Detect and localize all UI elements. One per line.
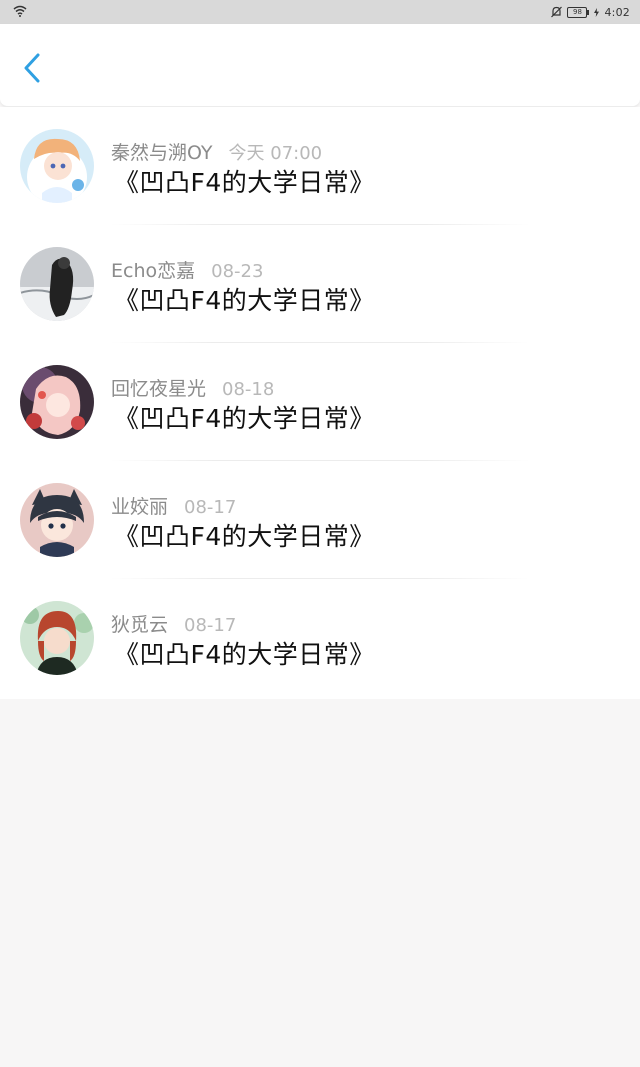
story-title[interactable]: 《凹凸F4的大学日常》: [114, 517, 375, 553]
status-time: 4:02: [604, 5, 630, 19]
username[interactable]: 狄觅云: [111, 614, 168, 636]
comment-meta: 狄觅云 08-17: [111, 610, 236, 637]
status-indicators: 98 4:02: [551, 4, 630, 20]
comment-date: 08-18: [222, 379, 275, 400]
list-item[interactable]: 业姣丽 08-17 《凹凸F4的大学日常》: [0, 461, 640, 579]
list-item[interactable]: 狄觅云 08-17 《凹凸F4的大学日常》: [0, 579, 640, 697]
avatar[interactable]: [20, 365, 94, 439]
story-title[interactable]: 《凹凸F4的大学日常》: [114, 281, 375, 317]
comment-meta: 秦然与溯OY 今天 07:00: [111, 138, 322, 165]
story-title[interactable]: 《凹凸F4的大学日常》: [114, 635, 375, 671]
header: [0, 24, 640, 107]
story-title[interactable]: 《凹凸F4的大学日常》: [114, 163, 375, 199]
chevron-left-icon[interactable]: [22, 53, 42, 83]
username[interactable]: 业姣丽: [111, 496, 168, 518]
comment-date: 今天 07:00: [228, 143, 323, 164]
username[interactable]: 回忆夜星光: [111, 378, 206, 400]
list-item[interactable]: 回忆夜星光 08-18 《凹凸F4的大学日常》: [0, 343, 640, 461]
comment-date: 08-17: [184, 497, 237, 518]
avatar[interactable]: [20, 129, 94, 203]
avatar[interactable]: [20, 601, 94, 675]
avatar[interactable]: [20, 483, 94, 557]
comment-list: 秦然与溯OY 今天 07:00 《凹凸F4的大学日常》 Echo恋嘉 08-23 《…: [0, 107, 640, 699]
comment-date: 08-17: [184, 615, 237, 636]
list-item[interactable]: Echo恋嘉 08-23 《凹凸F4的大学日常》: [0, 225, 640, 343]
comment-meta: 业姣丽 08-17: [111, 492, 236, 519]
comment-meta: 回忆夜星光 08-18: [111, 374, 274, 401]
comment-date: 08-23: [211, 261, 264, 282]
avatar[interactable]: [20, 247, 94, 321]
status-bar: 98 4:02: [0, 0, 640, 24]
username[interactable]: 秦然与溯OY: [111, 142, 213, 164]
username[interactable]: Echo恋嘉: [111, 260, 195, 282]
charging-icon: [594, 7, 600, 17]
battery-indicator: 98: [567, 6, 590, 18]
story-title[interactable]: 《凹凸F4的大学日常》: [114, 399, 375, 435]
comment-meta: Echo恋嘉 08-23: [111, 256, 263, 283]
list-item[interactable]: 秦然与溯OY 今天 07:00 《凹凸F4的大学日常》: [0, 107, 640, 225]
bell-muted-icon: [551, 6, 563, 18]
wifi-icon: [13, 5, 27, 17]
